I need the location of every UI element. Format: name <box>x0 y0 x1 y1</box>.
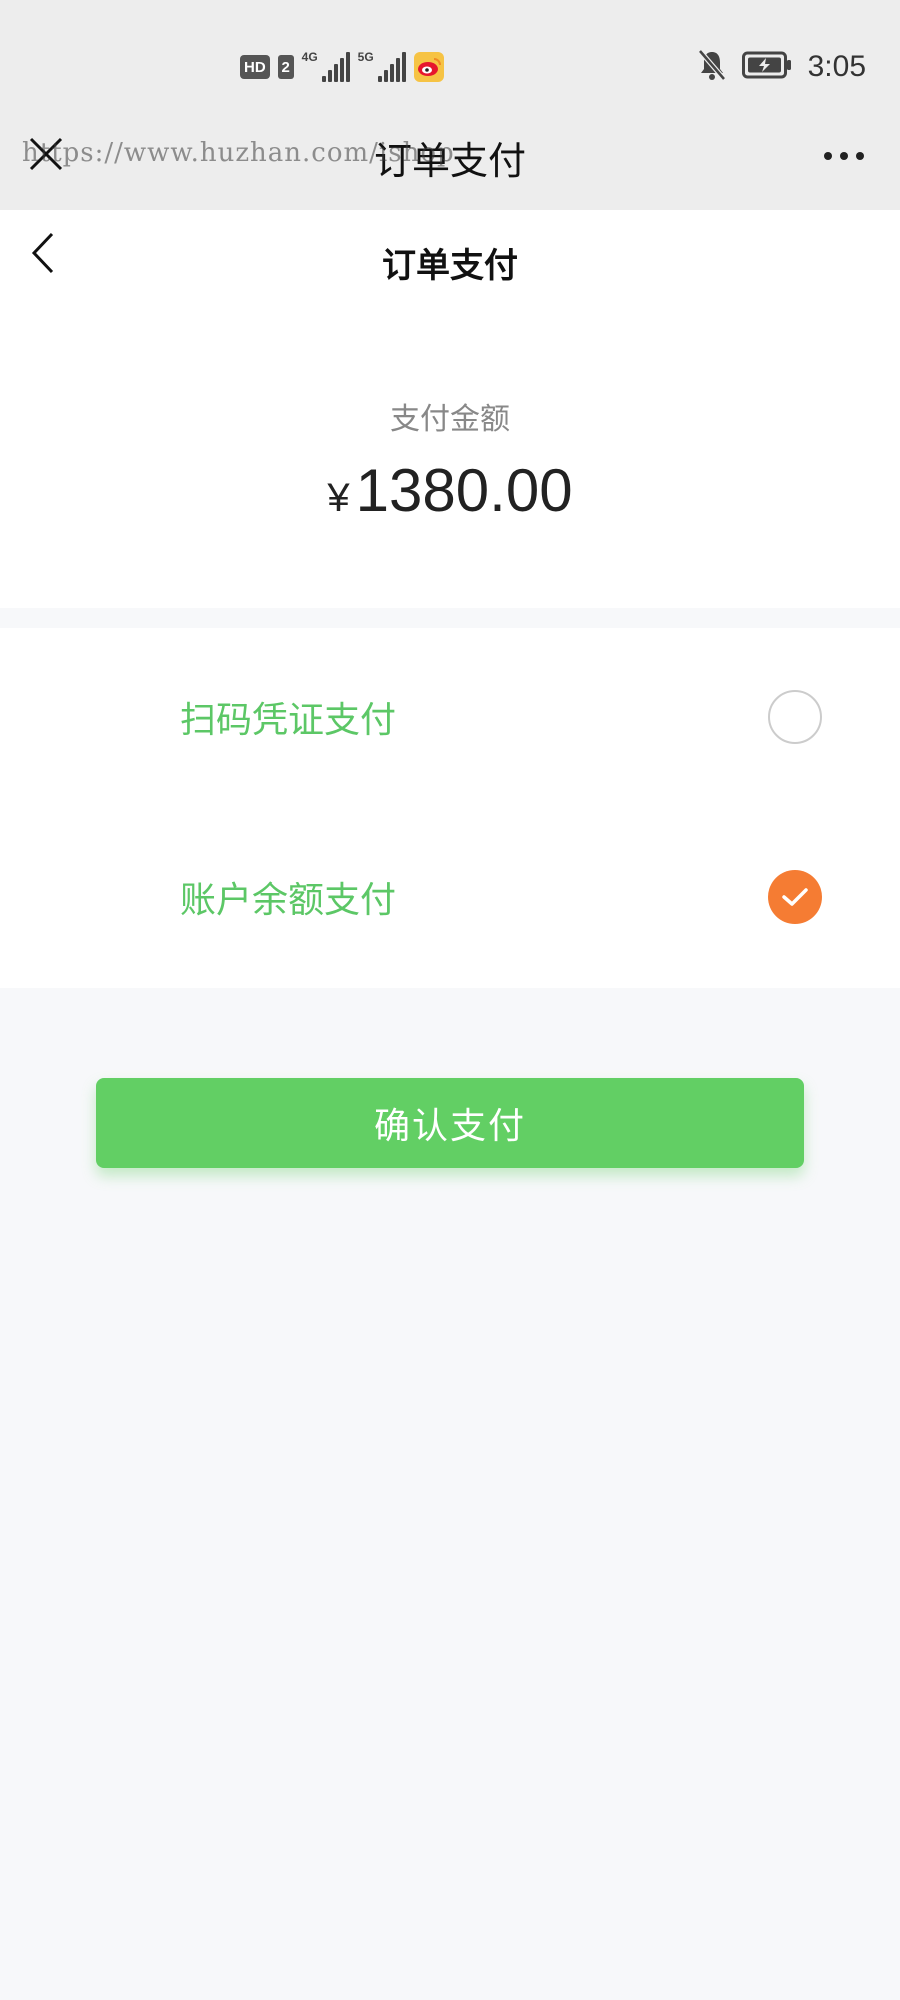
radio-checked-icon[interactable] <box>768 870 822 924</box>
hd-badge: HD <box>240 55 270 79</box>
status-right: 3:05 <box>697 48 866 86</box>
status-indicators: HD 2 4G 5G <box>240 50 444 84</box>
amount-display: ¥1380.00 <box>0 456 900 525</box>
payment-method-label: 账户余额支付 <box>180 880 397 921</box>
network-type-label: 4G <box>301 50 318 64</box>
more-options-icon[interactable] <box>824 152 864 160</box>
payment-amount-section: 支付金额 ¥1380.00 <box>0 310 900 608</box>
bell-muted-icon <box>697 49 726 85</box>
url-watermark: https://www.huzhan.com/ishop <box>22 138 455 168</box>
payment-method-scan-voucher[interactable]: 扫码凭证支付 <box>0 642 900 792</box>
currency-symbol: ¥ <box>327 476 350 520</box>
amount-label: 支付金额 <box>390 402 510 437</box>
payment-method-account-balance[interactable]: 账户余额支付 <box>0 822 900 972</box>
page-title: 订单支付 <box>382 246 518 286</box>
status-time: 3:05 <box>807 50 866 83</box>
signal-5g-icon: 5G <box>357 50 406 82</box>
confirm-payment-button[interactable]: 确认支付 <box>96 1078 804 1168</box>
network-type-label: 5G <box>357 50 374 64</box>
weibo-icon <box>413 52 444 82</box>
signal-4g-icon: 4G <box>301 50 350 82</box>
page-header: 订单支付 <box>0 210 900 310</box>
payment-methods: 扫码凭证支付 账户余额支付 <box>0 628 900 988</box>
radio-unchecked-icon[interactable] <box>768 690 822 744</box>
payment-method-label: 扫码凭证支付 <box>180 700 397 741</box>
amount-value: 1380.00 <box>355 457 573 524</box>
sim-badge: 2 <box>277 55 294 79</box>
battery-charging-icon <box>741 51 792 83</box>
